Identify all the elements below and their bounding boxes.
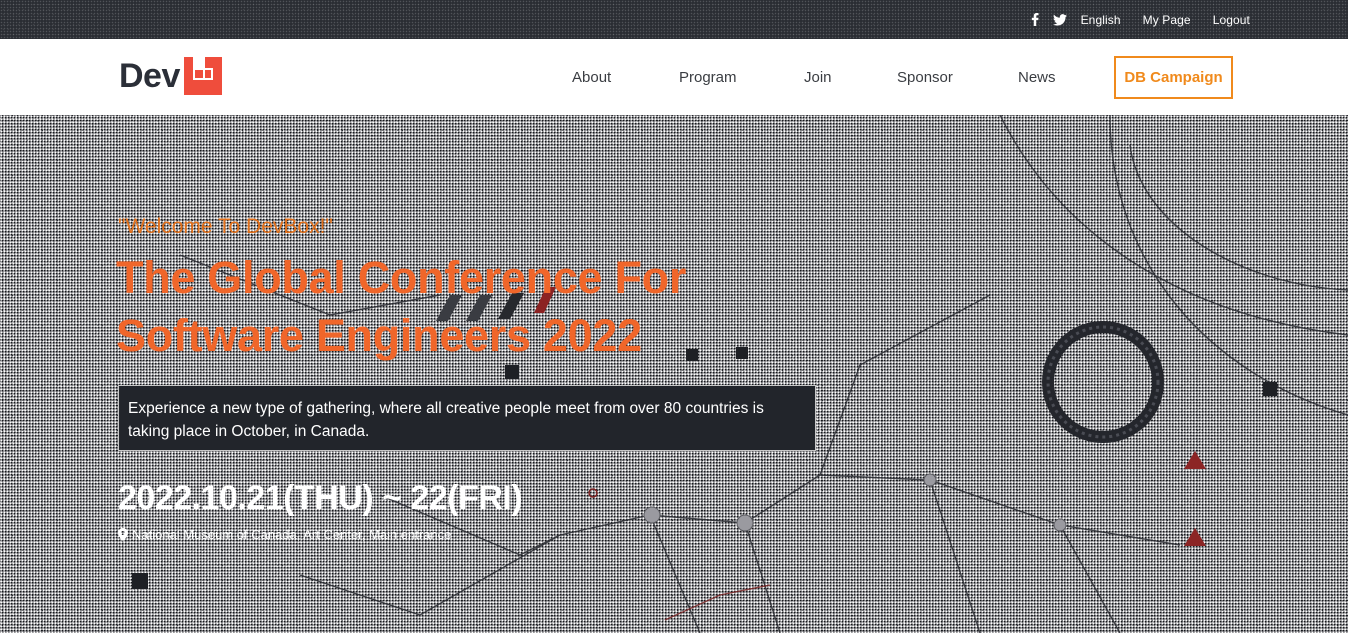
twitter-icon[interactable]	[1052, 13, 1067, 26]
top-utility-bar: English My Page Logout	[0, 0, 1348, 39]
facebook-icon[interactable]	[1031, 13, 1039, 26]
nav-about[interactable]: About	[572, 69, 611, 86]
logo-mark-icon	[183, 57, 222, 95]
top-links: English My Page Logout	[1031, 0, 1250, 39]
headline-line-1: The Global Conference For	[116, 252, 687, 303]
nav-news[interactable]: News	[1018, 69, 1056, 86]
event-dates: 2022.10.21(THU) ~ 22(FRI)	[118, 479, 523, 517]
nav-program[interactable]: Program	[679, 69, 737, 86]
main-header: Dev About Program Join Sponsor News DB C…	[0, 39, 1348, 115]
my-page-link[interactable]: My Page	[1143, 13, 1191, 27]
language-link[interactable]: English	[1081, 13, 1121, 27]
hero-headline: The Global Conference For Software Engin…	[116, 249, 836, 365]
nav-join[interactable]: Join	[804, 69, 832, 86]
location-pin-icon	[118, 528, 128, 541]
logo-text: Dev	[119, 57, 180, 95]
db-campaign-button[interactable]: DB Campaign	[1114, 56, 1233, 99]
hero-content: "Welcome To DevBox!" The Global Conferen…	[116, 115, 838, 633]
logout-link[interactable]: Logout	[1213, 13, 1250, 27]
headline-line-2: Software Engineers 2022	[116, 310, 642, 361]
site-logo[interactable]: Dev	[119, 56, 222, 96]
hero-description: Experience a new type of gathering, wher…	[118, 385, 816, 451]
event-venue: National Museum of Canada, Art Center, M…	[118, 527, 451, 542]
welcome-text: "Welcome To DevBox!"	[118, 215, 333, 238]
venue-text: National Museum of Canada, Art Center, M…	[132, 527, 452, 542]
hero-section: "Welcome To DevBox!" The Global Conferen…	[0, 115, 1348, 633]
nav-sponsor[interactable]: Sponsor	[897, 69, 953, 86]
